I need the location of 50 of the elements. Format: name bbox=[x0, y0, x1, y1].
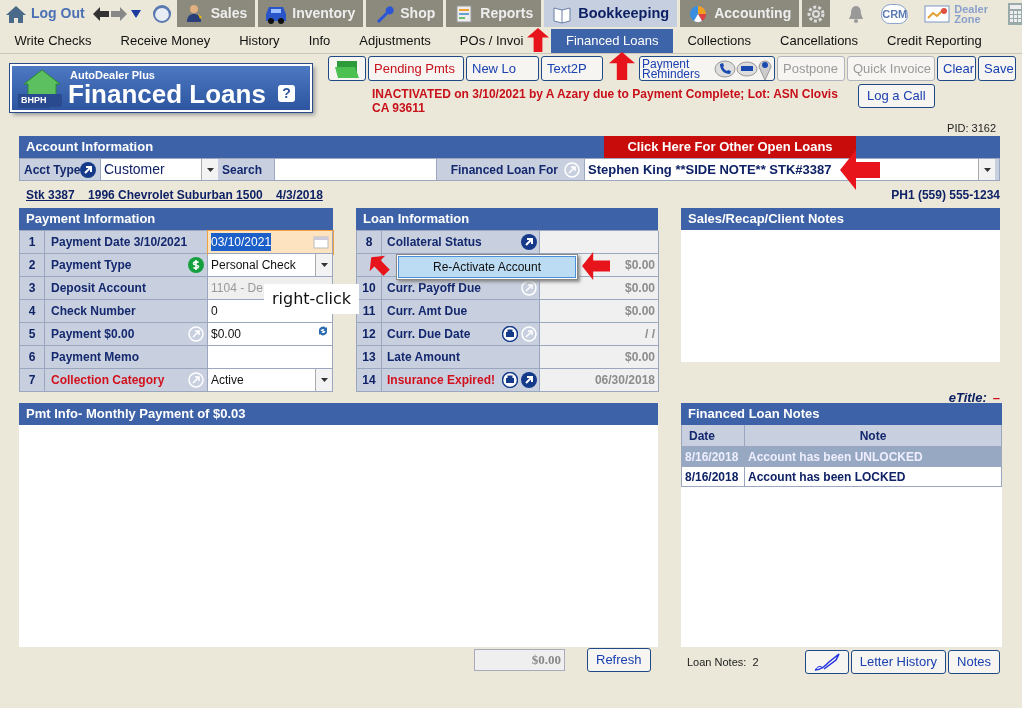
field-label: Curr. Amt Due bbox=[387, 303, 468, 320]
row-number: 5 bbox=[20, 323, 45, 346]
brand-name: AutoDealer Plus bbox=[70, 69, 156, 81]
field-label: Check Number bbox=[51, 303, 136, 320]
total-field: $0.00 bbox=[474, 649, 565, 671]
panel-title: Account Information bbox=[26, 138, 155, 157]
etitle-label: eTitle: bbox=[948, 389, 987, 402]
row-number: 11 bbox=[357, 300, 382, 323]
field-label: Collection Category bbox=[51, 372, 165, 389]
field-label: Payment $0.00 bbox=[51, 326, 135, 343]
callout-tooltip: right-click bbox=[264, 284, 360, 314]
logo-badge: BHPH bbox=[18, 94, 50, 108]
pid-label: PID: 3162 bbox=[947, 122, 997, 134]
row-number: 1 bbox=[20, 231, 45, 254]
row-number: 8 bbox=[357, 231, 382, 254]
value-field: $0.00 bbox=[540, 346, 659, 369]
row-number: 4 bbox=[20, 300, 45, 323]
column-header: Date bbox=[682, 425, 745, 447]
phone-number: PH1 (559) 555-1234 bbox=[891, 187, 1000, 200]
status-message: INACTIVATED on 3/10/2021 by A Azary due to Payment Complete; Lot: ASN Clovis CA 93611 bbox=[372, 87, 839, 115]
row-number: 14 bbox=[357, 369, 382, 392]
column-header: Note bbox=[745, 425, 1002, 447]
row-number: 6 bbox=[20, 346, 45, 369]
row-number: 2 bbox=[20, 254, 45, 277]
panel-title: Financed Loan Notes bbox=[681, 403, 1002, 425]
page-title: Financed Loans bbox=[68, 80, 266, 107]
field-label: Curr. Payoff Due bbox=[387, 280, 482, 297]
row-number: 13 bbox=[357, 346, 382, 369]
etitle-value: – bbox=[992, 389, 1000, 402]
panel-title: Payment Information bbox=[19, 208, 333, 230]
value-field: / / bbox=[540, 323, 659, 346]
field-label: Payment Type bbox=[51, 257, 132, 274]
field-label: Insurance Expired! bbox=[387, 372, 496, 389]
field-label: Curr. Due Date bbox=[387, 326, 471, 343]
panel-title: Pmt Info- Monthly Payment of $0.03 bbox=[19, 403, 658, 425]
panel-title: Sales/Recap/Client Notes bbox=[681, 208, 1000, 230]
field-label: Payment Date 3/10/2021 bbox=[51, 234, 188, 251]
row-number: 7 bbox=[20, 369, 45, 392]
value-field: $0.00 bbox=[540, 300, 659, 323]
notes-count: Loan Notes: 2 bbox=[687, 654, 759, 670]
row-number: 10 bbox=[357, 277, 382, 300]
panel-title: Loan Information bbox=[356, 208, 658, 230]
field-label: Late Amount bbox=[387, 349, 460, 366]
value-field: 06/30/2018 bbox=[540, 369, 659, 392]
field-label: Deposit Account bbox=[51, 280, 146, 297]
field-label: Collateral Status bbox=[387, 234, 482, 251]
field-label: Payment Memo bbox=[51, 349, 140, 366]
value-field: $0.00 bbox=[540, 277, 659, 300]
row-number: 12 bbox=[357, 323, 382, 346]
row-number: 3 bbox=[20, 277, 45, 300]
